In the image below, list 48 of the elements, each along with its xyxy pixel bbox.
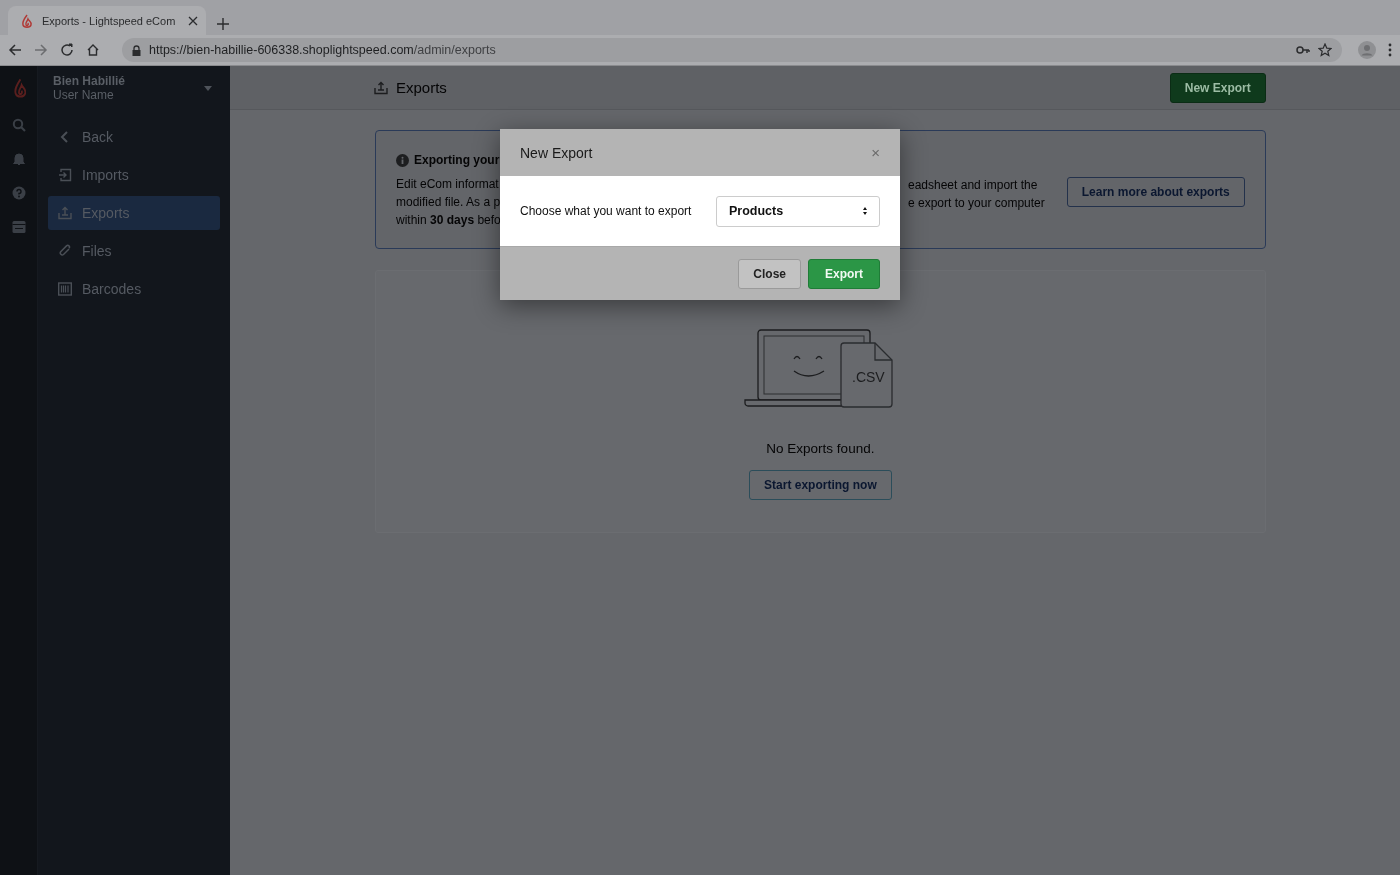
sidebar-item[interactable]: Back bbox=[48, 120, 220, 154]
info-text: eadsheet and import the bbox=[908, 178, 1039, 193]
info-text: e export to your computer bbox=[908, 196, 1045, 211]
empty-message: No Exports found. bbox=[766, 441, 875, 456]
url-text: https://bien-habillie-606338.shoplightspeed.com/admin/exports bbox=[149, 43, 496, 57]
reload-icon[interactable] bbox=[60, 43, 74, 57]
home-icon[interactable] bbox=[86, 43, 100, 57]
back-arrow-icon[interactable] bbox=[8, 43, 22, 57]
updown-caret-icon bbox=[863, 207, 867, 215]
info-text: within 30 days befo bbox=[396, 213, 502, 228]
export-icon bbox=[374, 80, 388, 95]
sidebar-item[interactable]: Barcodes bbox=[48, 272, 220, 306]
close-button[interactable]: Close bbox=[738, 258, 801, 289]
export-icon bbox=[58, 206, 72, 220]
info-text: Edit eCom informat bbox=[396, 177, 500, 192]
flame-logo-icon bbox=[11, 78, 26, 98]
store-name: Bien Habillié bbox=[53, 74, 127, 88]
file-drawing bbox=[840, 342, 894, 408]
flame-icon bbox=[20, 13, 34, 28]
paperclip-icon bbox=[58, 244, 72, 258]
close-button[interactable]: × bbox=[871, 144, 880, 161]
sidebar-item[interactable]: Imports bbox=[48, 158, 220, 192]
menu-icon[interactable] bbox=[1388, 43, 1392, 57]
modal-title: New Export bbox=[520, 144, 593, 161]
account-switcher[interactable]: Bien Habillié User Name bbox=[48, 66, 220, 110]
import-icon bbox=[58, 168, 72, 182]
lock-icon bbox=[132, 44, 141, 56]
address-bar[interactable]: https://bien-habillie-606338.shoplightspeed.com/admin/exports bbox=[122, 38, 1342, 62]
page-title: Exports bbox=[396, 79, 448, 96]
learn-more-button[interactable]: Learn more about exports bbox=[1066, 177, 1245, 207]
info-text: modified file. As a p bbox=[396, 195, 502, 210]
sidebar-item[interactable]: Files bbox=[48, 234, 220, 268]
barcode-icon bbox=[58, 282, 72, 296]
user-name: User Name bbox=[53, 88, 115, 102]
close-icon[interactable] bbox=[188, 15, 198, 26]
caret-icon bbox=[204, 85, 212, 91]
info-icon bbox=[396, 153, 409, 167]
start-exporting-button[interactable]: Start exporting now bbox=[749, 470, 892, 500]
file-extension-label: .CSV bbox=[852, 369, 886, 385]
new-export-button[interactable]: New Export bbox=[1169, 72, 1266, 103]
sidebar-item[interactable]: Exports bbox=[48, 196, 220, 230]
export-type-select[interactable]: Products bbox=[716, 195, 880, 227]
info-title: Exporting your bbox=[414, 153, 500, 167]
browser-tab[interactable]: Exports - Lightspeed eCom bbox=[8, 6, 206, 35]
star-icon[interactable] bbox=[1318, 43, 1332, 57]
export-button[interactable]: Export bbox=[808, 258, 880, 289]
key-icon[interactable] bbox=[1296, 45, 1310, 55]
field-label: Choose what you want to export bbox=[520, 204, 693, 218]
